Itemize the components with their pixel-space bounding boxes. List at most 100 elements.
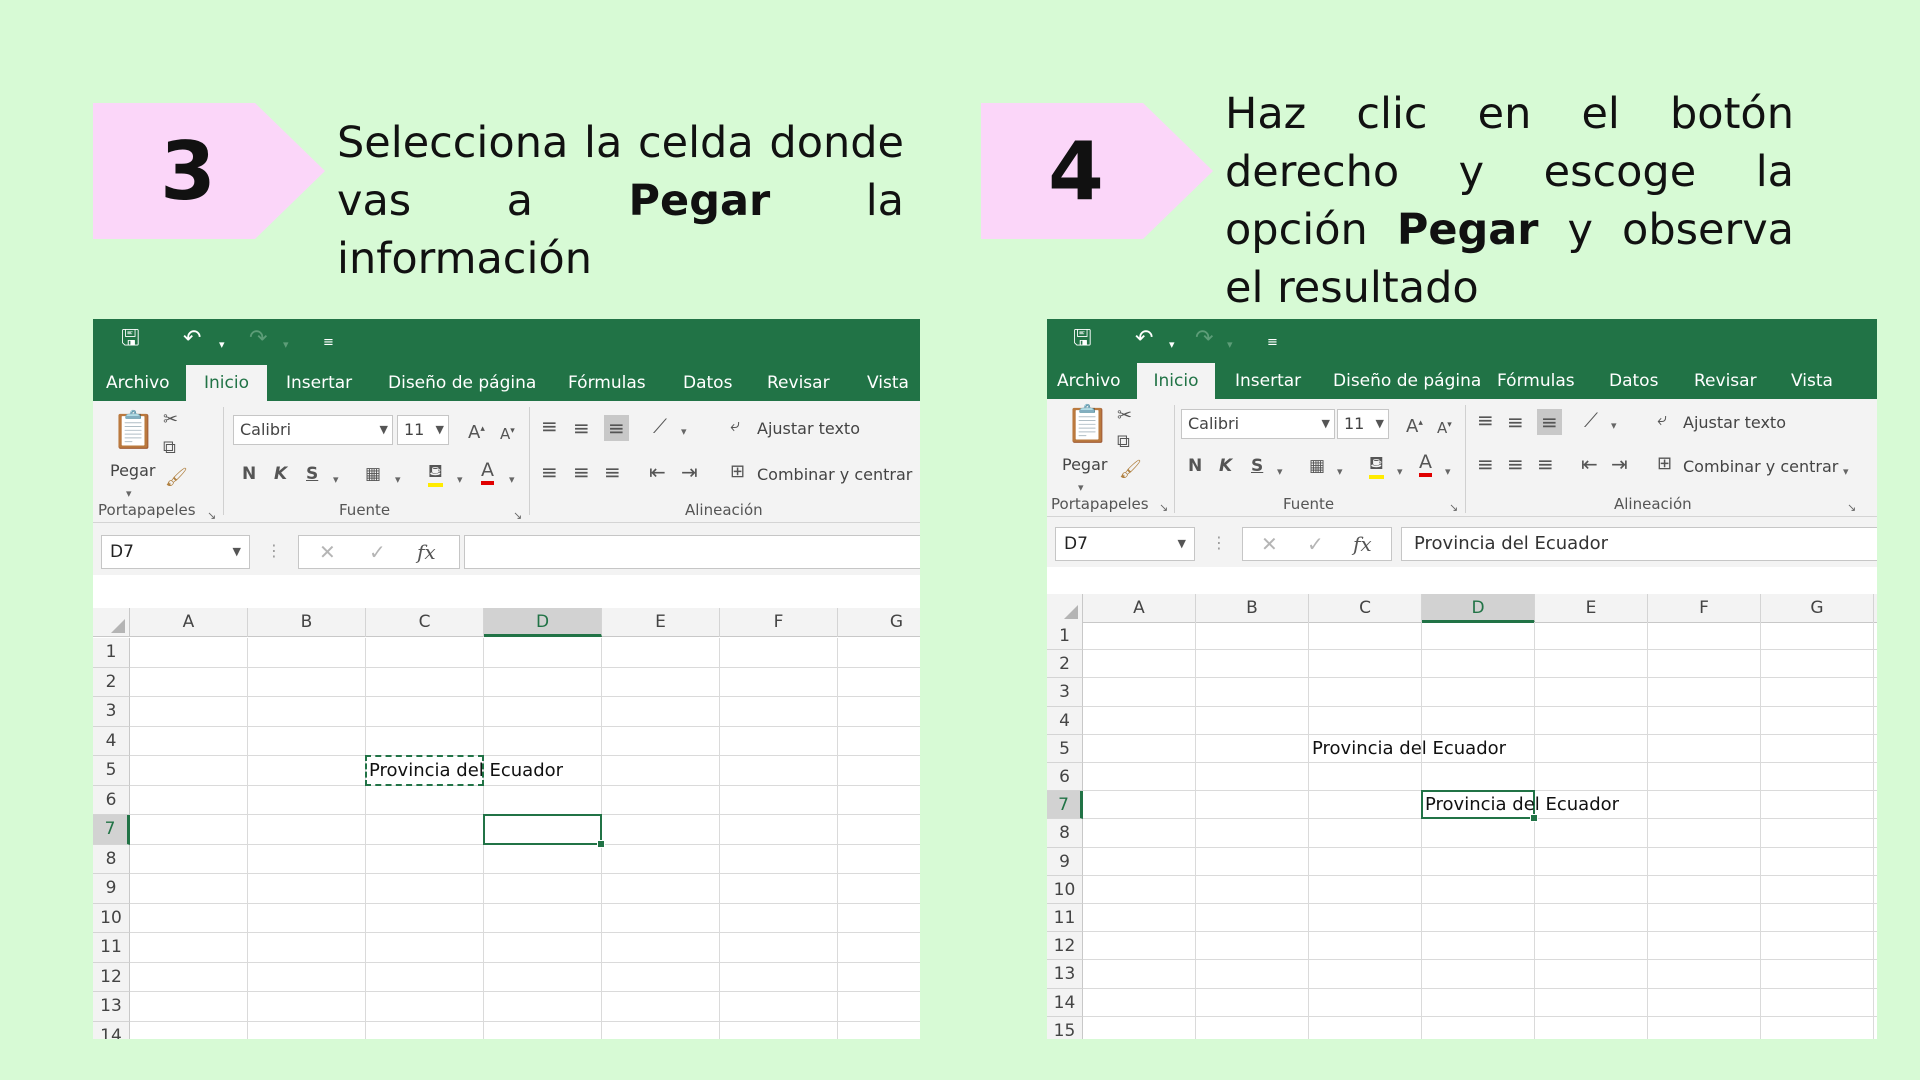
tab-inicio[interactable]: Inicio [1137, 363, 1215, 399]
format-painter-icon[interactable]: 🖌 [165, 467, 188, 489]
row-header-11[interactable]: 11 [1047, 904, 1083, 933]
align-bottom-icon[interactable]: ≡ [604, 415, 629, 441]
align-bottom-icon[interactable]: ≡ [1537, 409, 1562, 435]
formula-input[interactable]: Provincia del Ecuador [1401, 527, 1877, 561]
tab-formulas[interactable]: Fórmulas [558, 365, 656, 401]
decrease-indent-icon[interactable]: ⇤ [1581, 453, 1598, 475]
bold-button[interactable]: N [1188, 455, 1202, 477]
active-cell-border[interactable] [483, 814, 605, 847]
align-top-icon[interactable]: ≡ [1477, 409, 1494, 431]
fill-color-icon[interactable]: ⛾ [428, 461, 443, 487]
customize-qat-icon[interactable]: ≡ [323, 331, 334, 355]
row-header-7[interactable]: 7 [1047, 791, 1083, 820]
formula-input[interactable] [464, 535, 920, 569]
align-middle-icon[interactable]: ≡ [1507, 411, 1524, 433]
row-header-3[interactable]: 3 [93, 697, 130, 727]
borders-icon[interactable]: ▦ [1309, 455, 1325, 477]
select-all-button[interactable] [1047, 594, 1083, 623]
cell-d7-value[interactable]: Provincia del Ecuador [1425, 791, 1619, 819]
tab-archivo[interactable]: Archivo [1047, 363, 1131, 399]
borders-dropdown-icon[interactable]: ▾ [1337, 461, 1343, 483]
wrap-text-button[interactable]: Ajustar texto [757, 419, 860, 438]
align-right-icon[interactable]: ≡ [1537, 453, 1554, 475]
decrease-indent-icon[interactable]: ⇤ [649, 461, 666, 483]
paste-icon[interactable]: 📋 [111, 411, 156, 451]
row-header-14[interactable]: 14 [1047, 988, 1083, 1017]
row-header-3[interactable]: 3 [1047, 678, 1083, 707]
row-header-10[interactable]: 10 [93, 903, 130, 933]
borders-dropdown-icon[interactable]: ▾ [395, 469, 401, 491]
align-middle-icon[interactable]: ≡ [573, 417, 590, 439]
paste-button[interactable]: Pegar [1062, 455, 1107, 474]
row-header-7[interactable]: 7 [93, 815, 130, 845]
tab-inicio[interactable]: Inicio [186, 365, 267, 401]
orientation-dropdown-icon[interactable]: ▾ [681, 421, 687, 443]
align-right-icon[interactable]: ≡ [604, 461, 621, 483]
cell-c5-value[interactable]: Provincia del Ecuador [1312, 735, 1506, 763]
row-header-1[interactable]: 1 [1047, 622, 1083, 651]
name-box[interactable]: D7 ▼ [1055, 527, 1195, 561]
fill-color-dropdown-icon[interactable]: ▾ [457, 469, 463, 491]
worksheet-grid[interactable]: A B C D E F G 1 2 3 4 5 6 7 8 9 10 11 12 13 14 15 Provincia de… [1047, 594, 1877, 1039]
redo-icon[interactable]: ↷ [249, 327, 267, 351]
tab-revisar[interactable]: Revisar [757, 365, 840, 401]
row-header-12[interactable]: 12 [93, 962, 130, 992]
wrap-text-icon[interactable]: ⤶ [1657, 409, 1667, 431]
row-header-6[interactable]: 6 [1047, 763, 1083, 792]
row-header-6[interactable]: 6 [93, 785, 130, 815]
decrease-font-icon[interactable]: A▾ [1437, 414, 1452, 439]
borders-icon[interactable]: ▦ [365, 463, 381, 485]
row-header-9[interactable]: 9 [1047, 847, 1083, 876]
select-all-button[interactable] [93, 608, 130, 637]
font-name-combo[interactable]: Calibri ▼ [1181, 409, 1335, 439]
row-header-10[interactable]: 10 [1047, 875, 1083, 904]
font-name-combo[interactable]: Calibri ▼ [233, 415, 393, 445]
wrap-text-button[interactable]: Ajustar texto [1683, 413, 1786, 432]
row-header-15[interactable]: 15 [1047, 1016, 1083, 1039]
column-header-e[interactable]: E [1535, 594, 1648, 623]
increase-indent-icon[interactable]: ⇥ [1611, 453, 1628, 475]
row-header-13[interactable]: 13 [93, 992, 130, 1022]
row-header-8[interactable]: 8 [1047, 819, 1083, 848]
italic-button[interactable]: K [274, 463, 287, 485]
column-header-d[interactable]: D [484, 608, 602, 637]
worksheet-grid[interactable]: A B C D E F G 1 2 3 4 5 6 7 8 9 10 11 12 13 14 Provincia del … [93, 608, 920, 1039]
row-header-1[interactable]: 1 [93, 638, 130, 668]
orientation-icon[interactable]: ⟋ [1584, 409, 1598, 431]
copy-icon[interactable]: ⧉ [1117, 431, 1130, 453]
fill-color-icon[interactable]: ⛾ [1369, 453, 1384, 479]
merge-center-button[interactable]: Combinar y centrar [1683, 457, 1838, 476]
decrease-font-icon[interactable]: A▾ [500, 420, 515, 445]
insert-function-icon[interactable]: fx [417, 540, 436, 564]
merge-center-dropdown-icon[interactable]: ▾ [1843, 461, 1849, 483]
insert-function-icon[interactable]: fx [1353, 532, 1372, 556]
italic-button[interactable]: K [1219, 455, 1232, 477]
redo-dropdown-icon[interactable]: ▾ [283, 333, 289, 357]
tab-vista[interactable]: Vista [1781, 363, 1843, 399]
row-header-8[interactable]: 8 [93, 844, 130, 874]
paste-button[interactable]: Pegar [110, 461, 155, 480]
tab-diseno-pagina[interactable]: Diseño de página [378, 365, 546, 401]
merge-center-icon[interactable]: ⊞ [1657, 453, 1672, 475]
underline-button[interactable]: S [306, 463, 318, 485]
column-header-f[interactable]: F [1648, 594, 1761, 623]
font-size-combo[interactable]: 11 ▼ [397, 415, 449, 445]
bold-button[interactable]: N [242, 463, 256, 485]
merge-center-button[interactable]: Combinar y centrar [757, 465, 912, 484]
tab-vista[interactable]: Vista [857, 365, 919, 401]
column-header-a[interactable]: A [1083, 594, 1196, 623]
undo-dropdown-icon[interactable]: ▾ [1169, 333, 1175, 357]
tab-insertar[interactable]: Insertar [1225, 363, 1311, 399]
align-center-icon[interactable]: ≡ [1507, 453, 1524, 475]
wrap-text-icon[interactable]: ⤶ [730, 415, 740, 437]
align-center-icon[interactable]: ≡ [573, 461, 590, 483]
customize-qat-icon[interactable]: ≡ [1267, 331, 1278, 355]
underline-button[interactable]: S [1251, 455, 1263, 477]
row-header-14[interactable]: 14 [93, 1021, 130, 1039]
save-icon[interactable]: 🖫 [121, 327, 140, 351]
paste-icon[interactable]: 📋 [1065, 405, 1110, 445]
font-color-icon[interactable]: A [1419, 451, 1432, 477]
column-header-e[interactable]: E [602, 608, 720, 637]
undo-dropdown-icon[interactable]: ▾ [219, 333, 225, 357]
cancel-icon[interactable]: ✕ [1261, 532, 1278, 556]
